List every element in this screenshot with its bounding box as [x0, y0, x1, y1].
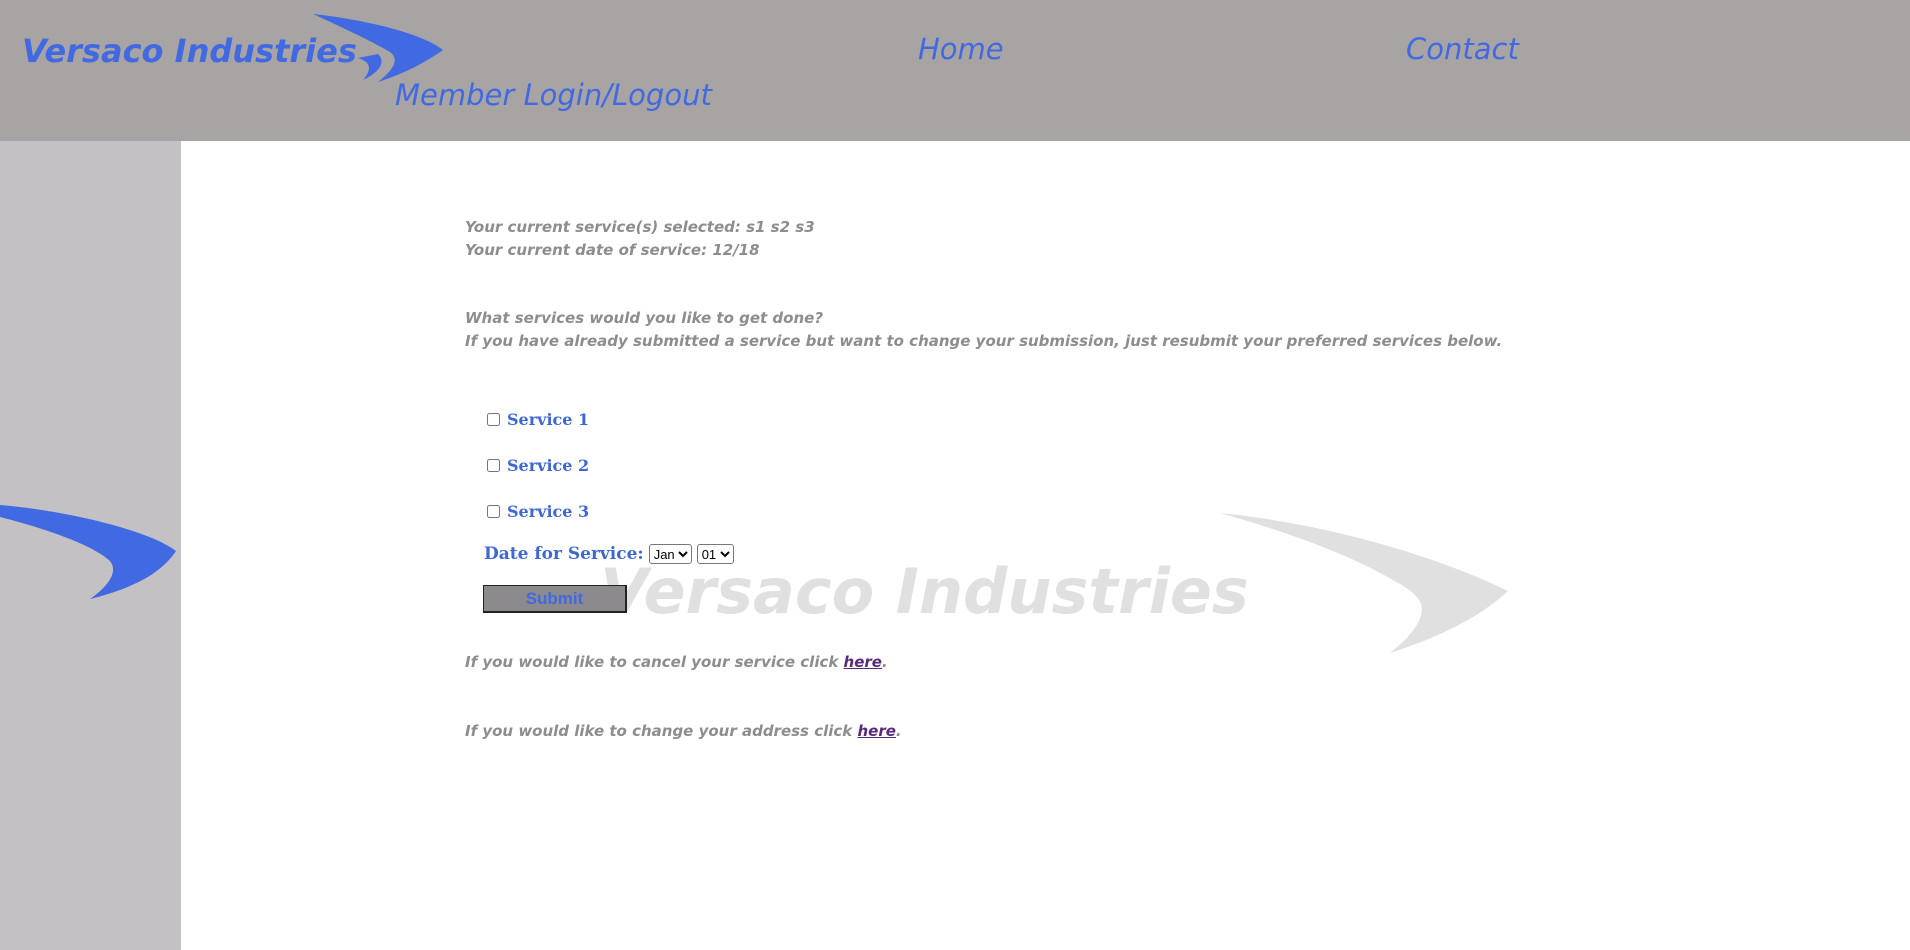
current-date-text: Your current date of service: 12/18 — [465, 241, 760, 259]
submit-button[interactable]: Submit — [483, 585, 627, 613]
logo-text: Versaco Industries — [22, 32, 357, 70]
watermark-text: Versaco Industries — [600, 555, 1249, 628]
cancel-service-text: If you would like to cancel your service… — [465, 653, 844, 671]
month-select[interactable]: Jan — [648, 544, 692, 564]
service-3-checkbox[interactable] — [487, 504, 500, 518]
site-header: Versaco Industries Home Contact Member L… — [0, 0, 1910, 141]
service-3-label: Service 3 — [507, 501, 590, 521]
cancel-service-period: . — [881, 653, 888, 671]
service-2-checkbox[interactable] — [487, 458, 500, 472]
cancel-service-link[interactable]: here — [844, 653, 882, 671]
left-sidebar — [0, 141, 181, 950]
service-1-label: Service 1 — [507, 409, 590, 429]
change-address-period: . — [895, 722, 902, 740]
brand-logo[interactable]: Versaco Industries — [18, 12, 450, 84]
service-2-label: Service 2 — [507, 455, 590, 475]
day-select[interactable]: 01 — [696, 544, 734, 564]
sidebar-swoosh-icon — [0, 505, 176, 599]
service-date-row: Date for Service: Jan 01 — [484, 544, 739, 564]
cancel-service-line: If you would like to cancel your service… — [465, 653, 888, 671]
service-1-checkbox[interactable] — [487, 412, 500, 426]
service-option-1: Service 1 — [487, 408, 589, 430]
date-for-service-label: Date for Service: — [484, 544, 644, 564]
service-option-3: Service 3 — [487, 500, 589, 522]
change-address-link[interactable]: here — [857, 722, 895, 740]
nav-contact-link[interactable]: Contact — [1406, 32, 1519, 66]
nav-home-link[interactable]: Home — [918, 32, 1004, 66]
nav-member-login-link[interactable]: Member Login/Logout — [395, 78, 712, 112]
change-address-line: If you would like to change your address… — [465, 722, 902, 740]
service-option-2: Service 2 — [487, 454, 589, 476]
current-services-text: Your current service(s) selected: s1 s2 … — [465, 218, 815, 236]
services-question-text: What services would you like to get done… — [465, 309, 824, 327]
service-info: Your current service(s) selected: s1 s2 … — [465, 216, 1502, 353]
resubmit-note-text: If you have already submitted a service … — [465, 332, 1503, 350]
change-address-text: If you would like to change your address… — [465, 722, 858, 740]
